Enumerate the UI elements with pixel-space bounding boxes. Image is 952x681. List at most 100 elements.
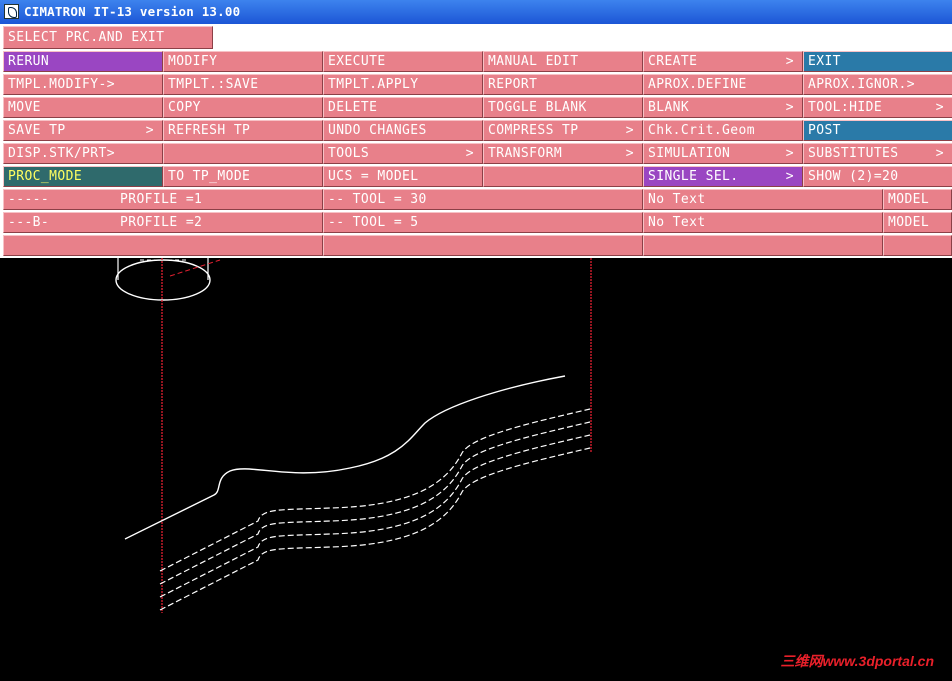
submenu-arrow-icon: > — [625, 123, 634, 138]
toolpath-passes — [159, 408, 591, 611]
procedure-tool: -- TOOL = 5 — [328, 215, 419, 230]
menu-manual-edit-0-3[interactable]: MANUAL EDIT — [483, 51, 643, 72]
procedure-name-cell[interactable]: ---B- PROFILE =2 — [3, 212, 323, 233]
procedure-ucs: MODEL — [888, 215, 930, 230]
procedure-name-cell[interactable]: ----- PROFILE =1 — [3, 189, 323, 210]
menu-disp-stk-prt-4-0[interactable]: DISP.STK/PRT> — [3, 143, 163, 164]
menu-aprox-define-1-4[interactable]: APROX.DEFINE — [643, 74, 803, 95]
menu-item-label: MODIFY — [168, 54, 218, 69]
menu-ucs-model-5-2[interactable]: UCS = MODEL — [323, 166, 483, 187]
menu-item-label: EXIT — [808, 54, 841, 69]
menu-item-label: Chk.Crit.Geom — [648, 123, 755, 138]
menu-item-label: TOOL:HIDE — [808, 100, 883, 115]
procedure-tool-cell[interactable] — [323, 235, 643, 256]
submenu-arrow-icon: > — [145, 123, 154, 138]
menu-proc-mode-5-0[interactable]: PROC_MODE — [3, 166, 163, 187]
procedure-tool-cell[interactable]: -- TOOL = 5 — [323, 212, 643, 233]
menu-show-2-20-5-5[interactable]: SHOW (2)=20 — [803, 166, 952, 187]
submenu-arrow-icon: > — [465, 146, 474, 161]
submenu-arrow-icon: > — [785, 169, 794, 184]
menu-item-label: REPORT — [488, 77, 538, 92]
procedure-text: No Text — [648, 192, 706, 207]
menu-blank-2-4[interactable]: BLANK > — [643, 97, 803, 118]
menu-create-0-4[interactable]: CREATE > — [643, 51, 803, 72]
menu-aprox-ignor-1-5[interactable]: APROX.IGNOR.> — [803, 74, 952, 95]
menu-empty-4-1[interactable] — [163, 143, 323, 164]
procedure-ucs-cell[interactable]: MODEL — [883, 212, 952, 233]
graphics-viewport[interactable] — [0, 258, 952, 677]
menu-chk-crit-geom-3-4[interactable]: Chk.Crit.Geom — [643, 120, 803, 141]
submenu-arrow-icon: > — [935, 100, 944, 115]
menu-compress-tp-3-3[interactable]: COMPRESS TP > — [483, 120, 643, 141]
procedure-tool-cell[interactable]: -- TOOL = 30 — [323, 189, 643, 210]
menu-item-label: COPY — [168, 100, 201, 115]
menu-item-label: UCS = MODEL — [328, 169, 419, 184]
menu-empty-5-3[interactable] — [483, 166, 643, 187]
menu-tools-4-2[interactable]: TOOLS > — [323, 143, 483, 164]
menu-item-label: MOVE — [8, 100, 41, 115]
toolpath-pass — [159, 421, 591, 585]
menu-item-label: CREATE — [648, 54, 698, 69]
menu-report-1-3[interactable]: REPORT — [483, 74, 643, 95]
menu-exit-0-5[interactable]: EXIT — [803, 51, 952, 72]
menu-item-label: TMPLT.APPLY — [328, 77, 419, 92]
menu-item-label: EXECUTE — [328, 54, 386, 69]
menu-item-label: TRANSFORM — [488, 146, 563, 161]
menu-tool-hide-2-5[interactable]: TOOL:HIDE > — [803, 97, 952, 118]
menu-transform-4-3[interactable]: TRANSFORM > — [483, 143, 643, 164]
submenu-arrow-icon: > — [935, 146, 944, 161]
toolpath-pass — [159, 408, 591, 572]
menu-tmplt-save-1-1[interactable]: TMPLT.:SAVE — [163, 74, 323, 95]
toolpath-pass — [159, 447, 591, 611]
procedure-text: No Text — [648, 215, 706, 230]
menu-item-label: APROX.IGNOR.> — [808, 77, 915, 92]
menu-item-label: SHOW (2)=20 — [808, 169, 899, 184]
menu-to-tp-mode-5-1[interactable]: TO TP_MODE — [163, 166, 323, 187]
watermark: 三维网www.3dportal.cn — [780, 653, 935, 669]
procedure-text-cell[interactable]: No Text — [643, 189, 883, 210]
menu-item-label: BLANK — [648, 100, 690, 115]
procedure-marker: ----- — [8, 192, 50, 207]
menu-rerun-0-0[interactable]: RERUN — [3, 51, 163, 72]
menu-move-2-0[interactable]: MOVE — [3, 97, 163, 118]
menu-item-label: TO TP_MODE — [168, 169, 251, 184]
menu-item-label: TMPL.MODIFY-> — [8, 77, 115, 92]
procedure-tool: -- TOOL = 30 — [328, 192, 427, 207]
menu-item-label: PROC_MODE — [8, 169, 83, 184]
menu-toggle-blank-2-3[interactable]: TOGGLE BLANK — [483, 97, 643, 118]
menu-single-sel-5-4[interactable]: SINGLE SEL. > — [643, 166, 803, 187]
menu-save-tp-3-0[interactable]: SAVE TP > — [3, 120, 163, 141]
menu-item-label: UNDO CHANGES — [328, 123, 427, 138]
menu-simulation-4-4[interactable]: SIMULATION > — [643, 143, 803, 164]
menu-item-label: MANUAL EDIT — [488, 54, 579, 69]
menu-modify-0-1[interactable]: MODIFY — [163, 51, 323, 72]
title-bar: CIMATRON IT-13 version 13.00 — [0, 0, 952, 24]
menu-item-label: SINGLE SEL. — [648, 169, 739, 184]
submenu-arrow-icon: > — [785, 100, 794, 115]
procedure-name-cell[interactable] — [3, 235, 323, 256]
submenu-arrow-icon: > — [785, 54, 794, 69]
menu-post-3-5[interactable]: POST — [803, 120, 952, 141]
menu-item-label: DISP.STK/PRT> — [8, 146, 115, 161]
tool-icon — [115, 258, 221, 301]
submenu-arrow-icon: > — [625, 146, 634, 161]
menu-execute-0-2[interactable]: EXECUTE — [323, 51, 483, 72]
menu-substitutes-4-5[interactable]: SUBSTITUTES > — [803, 143, 952, 164]
menu-tmpl-modify-1-0[interactable]: TMPL.MODIFY-> — [3, 74, 163, 95]
procedure-ucs-cell[interactable] — [883, 235, 952, 256]
prompt-field: SELECT PRC.AND EXIT — [3, 26, 213, 49]
procedure-ucs-cell[interactable]: MODEL — [883, 189, 952, 210]
menu-copy-2-1[interactable]: COPY — [163, 97, 323, 118]
menu-item-label: COMPRESS TP — [488, 123, 579, 138]
procedure-marker: ---B- — [8, 215, 50, 230]
menu-undo-changes-3-2[interactable]: UNDO CHANGES — [323, 120, 483, 141]
menu-item-label: SUBSTITUTES — [808, 146, 899, 161]
procedure-text-cell[interactable] — [643, 235, 883, 256]
procedure-text-cell[interactable]: No Text — [643, 212, 883, 233]
menu-item-label: SIMULATION — [648, 146, 731, 161]
menu-refresh-tp-3-1[interactable]: REFRESH TP — [163, 120, 323, 141]
menu-delete-2-2[interactable]: DELETE — [323, 97, 483, 118]
menu-tmplt-apply-1-2[interactable]: TMPLT.APPLY — [323, 74, 483, 95]
procedure-name: PROFILE =1 — [120, 192, 203, 207]
app-icon[interactable] — [4, 4, 19, 19]
